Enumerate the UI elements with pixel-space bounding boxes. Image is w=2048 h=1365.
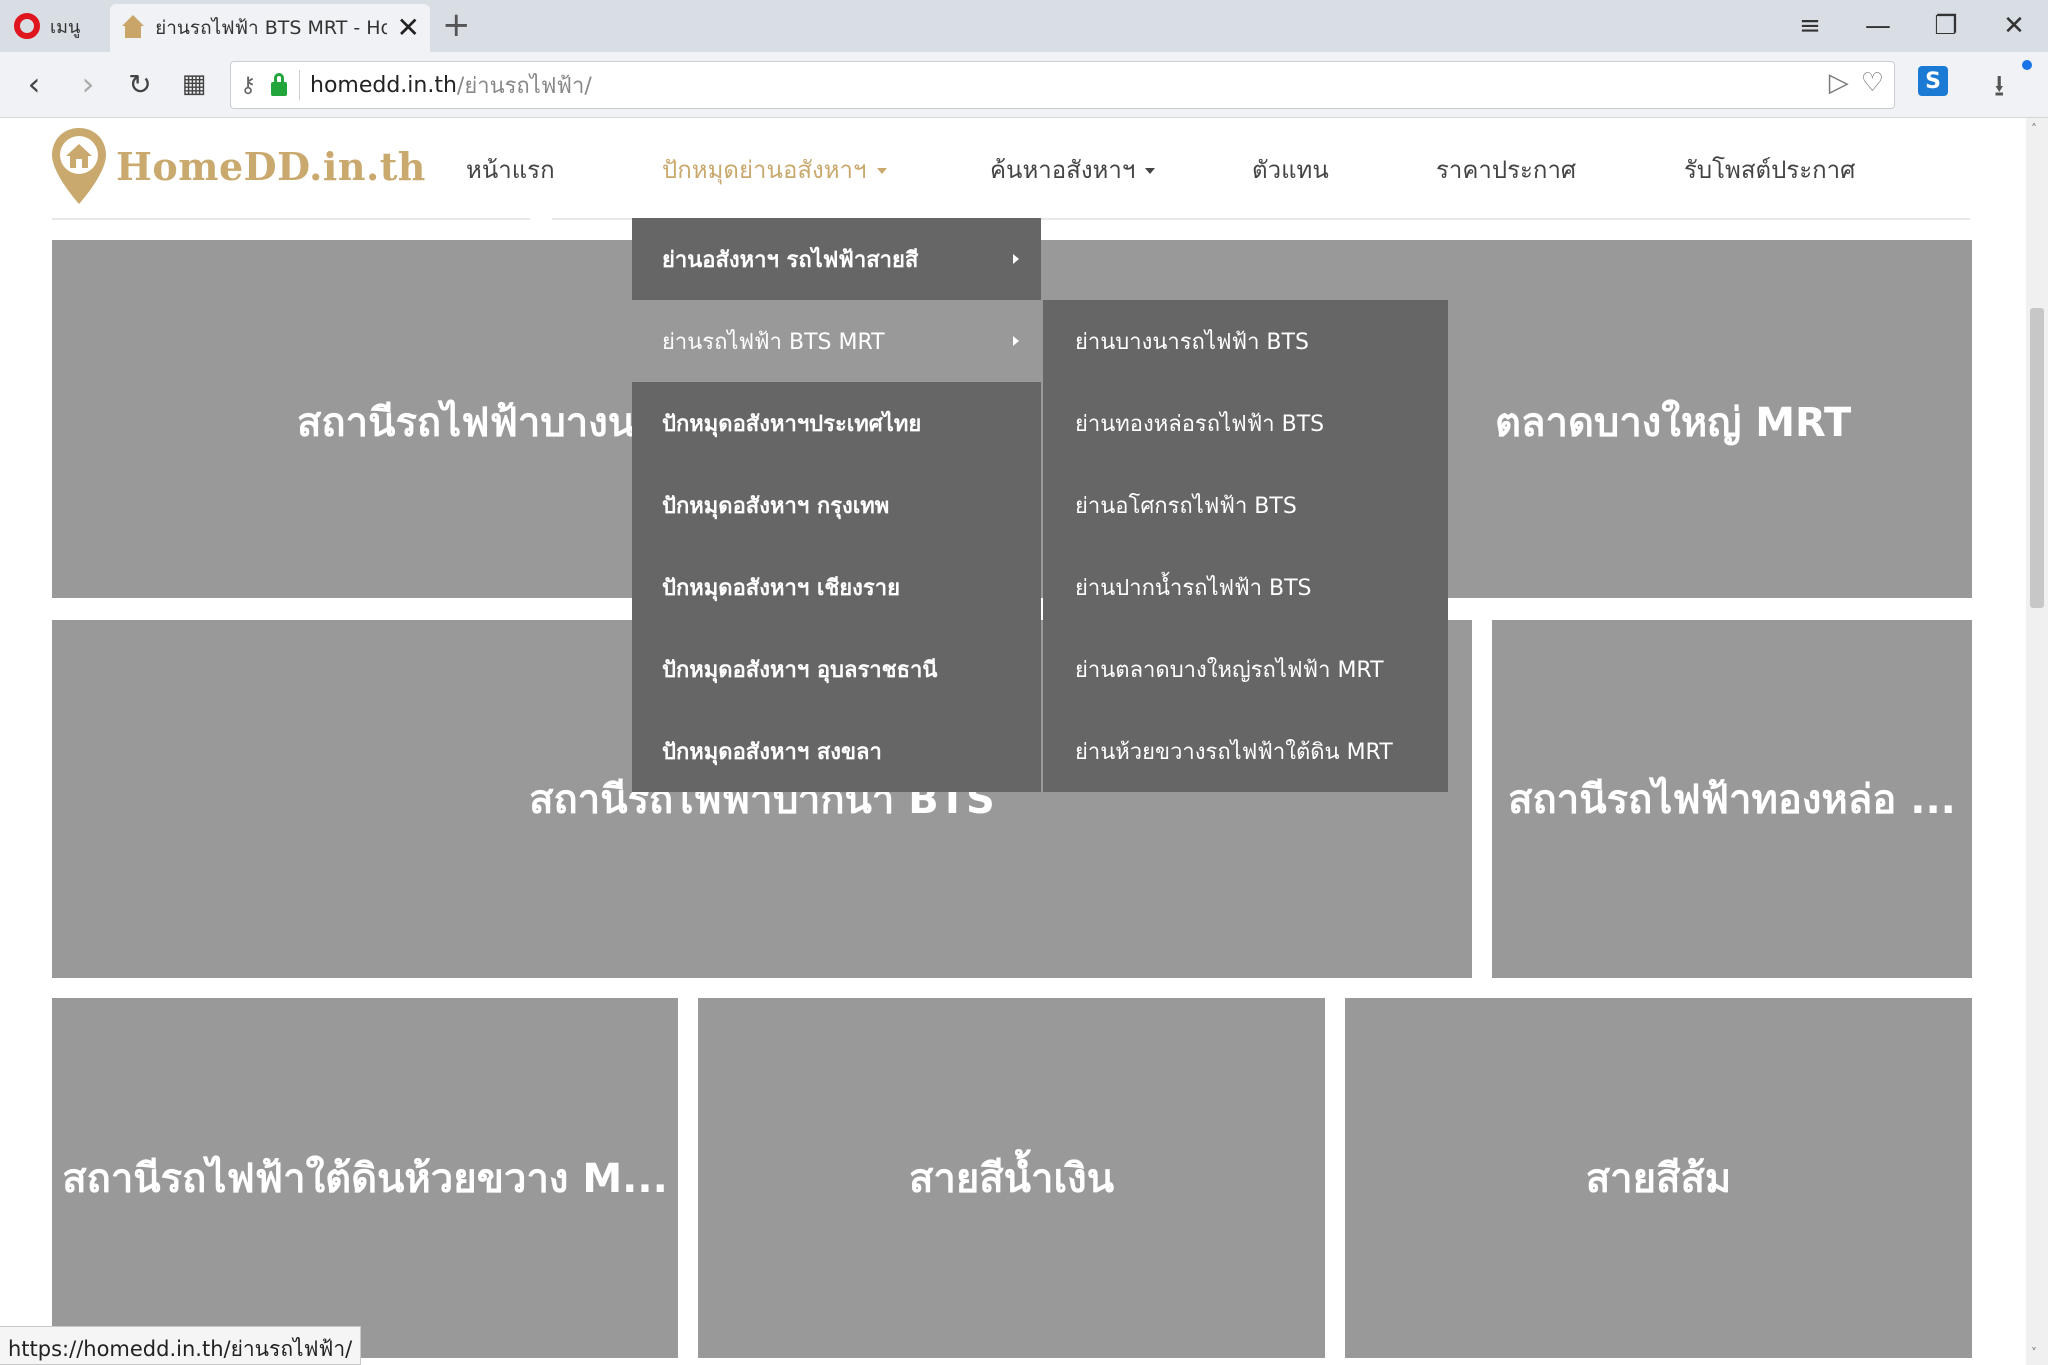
dropdown-item-thailand[interactable]: ปักหมุดอสังหาฯประเทศไทย xyxy=(632,382,1041,464)
dropdown-item-label: ย่านอสังหาฯ รถไฟฟ้าสายสี xyxy=(662,247,919,273)
chevron-down-icon xyxy=(876,168,887,174)
reload-button[interactable]: ↻ xyxy=(118,62,162,106)
dropdown-item-label: ปักหมุดอสังหาฯประเทศไทย xyxy=(662,411,922,437)
opera-menu-button[interactable]: เมนู xyxy=(14,10,80,42)
dropdown-item-label: ปักหมุดอสังหาฯ เชียงราย xyxy=(662,575,900,601)
header-divider xyxy=(52,218,530,220)
opera-logo-icon xyxy=(14,13,40,39)
tile-label-bangyai: ตลาดบางใหญ่ MRT xyxy=(1495,400,1852,446)
submenu-item-paknam[interactable]: ย่านปากน้ำรถไฟฟ้า BTS xyxy=(1043,546,1448,628)
lock-icon xyxy=(271,73,287,96)
nav-price[interactable]: ราคาประกาศ xyxy=(1436,150,1576,189)
opera-menu-label: เมนู xyxy=(50,16,81,38)
url-separator xyxy=(299,70,300,100)
tile-blue-line[interactable]: สายสีน้ำเงิน xyxy=(698,998,1325,1358)
tile-label-orange-line: สายสีส้ม xyxy=(1585,1156,1732,1202)
site-logo[interactable]: HomeDD.in.th xyxy=(50,126,426,206)
speed-dial-button[interactable]: ▦ xyxy=(172,62,216,106)
address-field[interactable]: ⚷ homedd.in.th /ย่านรถไฟฟ้า/ ▷ ♡ xyxy=(230,61,1895,109)
submenu-item-bangna[interactable]: ย่านบางนารถไฟฟ้า BTS xyxy=(1043,300,1448,382)
dropdown-item-colored-lines[interactable]: ย่านอสังหาฯ รถไฟฟ้าสายสี xyxy=(632,218,1041,300)
heart-icon[interactable]: ♡ xyxy=(1861,68,1884,98)
tab-close-icon[interactable]: ✕ xyxy=(397,14,420,42)
nav-pin-area[interactable]: ปักหมุดย่านอสังหาฯ xyxy=(662,150,887,189)
site-header: HomeDD.in.th หน้าแรก ปักหมุดย่านอสังหาฯ … xyxy=(0,118,2026,218)
nav-search[interactable]: ค้นหาอสังหาฯ xyxy=(990,150,1156,189)
forward-button[interactable]: › xyxy=(66,62,110,106)
chevron-right-icon xyxy=(1013,336,1019,346)
dropdown-item-label: ปักหมุดอสังหาฯ อุบลราชธานี xyxy=(662,657,938,683)
scroll-thumb[interactable] xyxy=(2030,308,2044,608)
house-pin-icon xyxy=(50,126,108,206)
dropdown-item-label: ปักหมุดอสังหาฯ สงขลา xyxy=(662,739,882,765)
url-actions: ▷ ♡ xyxy=(1829,68,1884,98)
back-button[interactable]: ‹ xyxy=(12,62,56,106)
dropdown-item-ubon[interactable]: ปักหมุดอสังหาฯ อุบลราชธานี xyxy=(632,628,1041,710)
new-tab-button[interactable]: + xyxy=(442,8,471,42)
close-window-button[interactable]: ✕ xyxy=(1980,0,2048,52)
tab-title: ย่านรถไฟฟ้า BTS MRT - Hom xyxy=(155,17,387,39)
chevron-down-icon xyxy=(1145,168,1156,174)
dropdown-item-label: ย่านรถไฟฟ้า BTS MRT xyxy=(662,329,885,355)
dropdown-item-label: ปักหมุดอสังหาฯ กรุงเทพ xyxy=(662,493,890,519)
download-icon[interactable]: ⭳ xyxy=(1994,64,2005,115)
submenu-item-thonglor[interactable]: ย่านทองหล่อรถไฟฟ้า BTS xyxy=(1043,382,1448,464)
extension-s-icon[interactable]: S xyxy=(1918,66,1948,96)
minimize-button[interactable]: — xyxy=(1844,0,1912,52)
scroll-down-icon[interactable]: ˅ xyxy=(2031,1346,2037,1360)
tile-label-thonglor: สถานีรถไฟฟ้าทองหล่อ ... xyxy=(1508,777,1956,823)
send-icon[interactable]: ▷ xyxy=(1829,68,1849,98)
tile-label-bangna: สถานีรถไฟฟ้าบางน xyxy=(297,400,636,446)
dropdown-item-bts-mrt[interactable]: ย่านรถไฟฟ้า BTS MRT xyxy=(632,300,1041,382)
tab-menu-icon[interactable]: ≡ xyxy=(1776,0,1844,52)
pin-area-dropdown: ย่านอสังหาฯ รถไฟฟ้าสายสี ย่านรถไฟฟ้า BTS… xyxy=(632,218,1041,792)
page-viewport: สถานีรถไฟฟ้าบางน ตลาดบางใหญ่ MRT สถานีรถ… xyxy=(0,118,2026,1365)
nav-post[interactable]: รับโพสต์ประกาศ xyxy=(1684,150,1855,189)
restore-button[interactable]: ❐ xyxy=(1912,0,1980,52)
page-scrollbar[interactable]: ˄ ˅ xyxy=(2026,118,2048,1365)
nav-agent[interactable]: ตัวแทน xyxy=(1252,150,1329,189)
tile-label-blue-line: สายสีน้ำเงิน xyxy=(908,1156,1115,1202)
dropdown-item-bangkok[interactable]: ปักหมุดอสังหาฯ กรุงเทพ xyxy=(632,464,1041,546)
scroll-up-icon[interactable]: ˄ xyxy=(2031,122,2037,136)
window-controls: ≡ — ❐ ✕ xyxy=(1776,0,2048,52)
bts-mrt-submenu: ย่านบางนารถไฟฟ้า BTS ย่านทองหล่อรถไฟฟ้า … xyxy=(1043,300,1448,792)
tile-orange-line[interactable]: สายสีส้ม xyxy=(1345,998,1972,1358)
tile-huaikhwang[interactable]: สถานีรถไฟฟ้าใต้ดินห้วยขวาง M... xyxy=(52,998,678,1358)
dropdown-item-songkhla[interactable]: ปักหมุดอสังหาฯ สงขลา xyxy=(632,710,1041,792)
nav-search-label: ค้นหาอสังหาฯ xyxy=(990,156,1136,184)
house-favicon-icon xyxy=(120,15,145,41)
nav-home[interactable]: หน้าแรก xyxy=(466,150,555,189)
key-icon[interactable]: ⚷ xyxy=(231,73,265,98)
address-toolbar: ‹ › ↻ ▦ ⚷ homedd.in.th /ย่านรถไฟฟ้า/ ▷ ♡… xyxy=(0,52,2048,118)
url-path: /ย่านรถไฟฟ้า/ xyxy=(456,73,592,99)
logo-text: HomeDD.in.th xyxy=(116,143,426,189)
browser-tab-bar: เมนู ย่านรถไฟฟ้า BTS MRT - Hom ✕ + ≡ — ❐… xyxy=(0,0,2048,52)
download-indicator xyxy=(2022,60,2032,70)
dropdown-item-chiangrai[interactable]: ปักหมุดอสังหาฯ เชียงราย xyxy=(632,546,1041,628)
nav-pin-area-label: ปักหมุดย่านอสังหาฯ xyxy=(662,156,867,184)
status-url-preview: https://homedd.in.th/ย่านรถไฟฟ้า/ xyxy=(0,1326,362,1365)
browser-tab-active[interactable]: ย่านรถไฟฟ้า BTS MRT - Hom ✕ xyxy=(110,4,430,52)
tile-thonglor[interactable]: สถานีรถไฟฟ้าทองหล่อ ... xyxy=(1492,620,1972,978)
tile-label-huaikhwang: สถานีรถไฟฟ้าใต้ดินห้วยขวาง M... xyxy=(62,1156,668,1202)
chevron-right-icon xyxy=(1013,254,1019,264)
submenu-item-asok[interactable]: ย่านอโศกรถไฟฟ้า BTS xyxy=(1043,464,1448,546)
url-host: homedd.in.th xyxy=(310,72,457,98)
submenu-item-huaikhwang[interactable]: ย่านห้วยขวางรถไฟฟ้าใต้ดิน MRT xyxy=(1043,710,1448,792)
submenu-item-bangyai[interactable]: ย่านตลาดบางใหญ่รถไฟฟ้า MRT xyxy=(1043,628,1448,710)
